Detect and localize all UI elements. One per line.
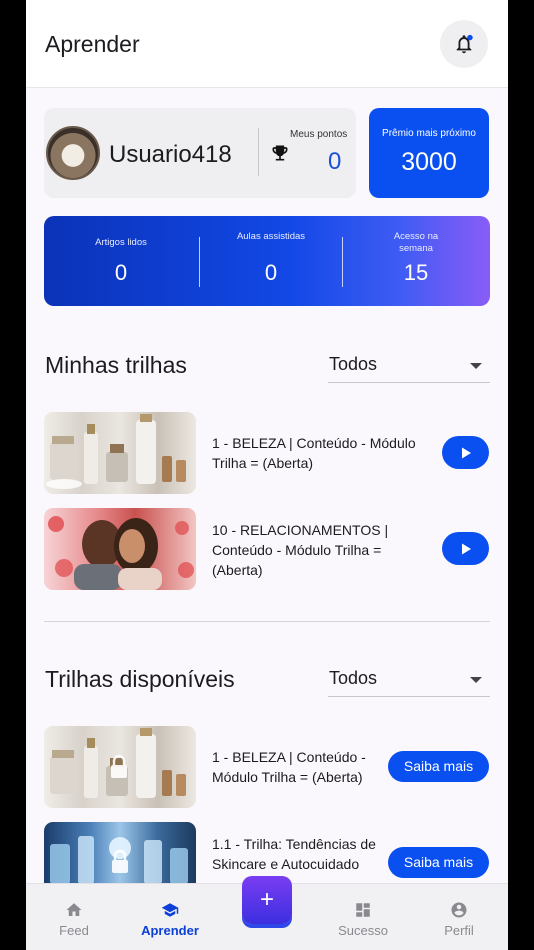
my-trails-filter[interactable]: Todos — [328, 349, 490, 383]
stat-label: Acesso na semana — [393, 231, 439, 254]
dashboard-icon — [356, 903, 370, 917]
page-title: Aprender — [45, 31, 140, 57]
trail-title: 10 - RELACIONAMENTOS | Conteúdo - Módulo… — [212, 522, 389, 578]
chevron-down-icon — [470, 363, 482, 369]
available-trail-item[interactable]: 1 - BELEZA | Conteúdo - Módulo Trilha = … — [44, 726, 490, 808]
section-divider — [44, 621, 490, 622]
trail-thumbnail-skincare — [44, 822, 196, 883]
trail-thumbnail-beauty — [44, 726, 196, 808]
prize-label: Prêmio mais próximo — [382, 128, 476, 139]
nav-label: Aprender — [141, 923, 199, 938]
stat-value: 15 — [403, 260, 429, 285]
my-trails-title: Minhas trilhas — [45, 352, 187, 378]
stat-label: Aulas assistidas — [236, 231, 306, 242]
plus-icon: + — [259, 886, 274, 913]
stat-value: 0 — [264, 260, 278, 285]
nav-label: Feed — [59, 923, 89, 938]
user-points-card: Usuario418 Meus pontos 0 — [44, 108, 356, 198]
nav-item-feed[interactable]: Feed — [34, 884, 114, 950]
my-trail-item[interactable]: 10 - RELACIONAMENTOS | Conteúdo - Módulo… — [44, 508, 490, 590]
trail-thumbnail-relationships — [44, 508, 196, 590]
my-trail-item[interactable]: 1 - BELEZA | Conteúdo - Módulo Trilha = … — [44, 412, 490, 494]
skincare-tech-illustration — [50, 836, 188, 883]
learn-more-button[interactable]: Saiba mais — [388, 751, 489, 782]
graduation-cap-icon — [161, 903, 179, 917]
cosmetics-illustration — [46, 414, 186, 489]
card-divider — [258, 128, 259, 176]
add-button[interactable]: + — [242, 876, 292, 924]
stat-weekly-access: Acesso na semana 15 — [379, 216, 453, 306]
stat-divider — [342, 237, 343, 287]
trophy-icon — [272, 145, 288, 161]
stats-card: Artigos lidos 0 Aulas assistidas 0 Acess… — [44, 216, 490, 306]
points-label: Meus pontos — [290, 129, 348, 140]
nav-item-perfil[interactable]: Perfil — [419, 884, 499, 950]
trail-title: 1 - BELEZA | Conteúdo - Módulo Trilha = … — [212, 749, 366, 785]
trail-thumbnail-beauty — [44, 412, 196, 494]
nav-item-sucesso[interactable]: Sucesso — [323, 884, 403, 950]
nearest-prize-card[interactable]: Prêmio mais próximo 3000 — [369, 108, 489, 198]
avatar[interactable] — [46, 126, 100, 180]
points-value: 0 — [328, 148, 342, 175]
nav-label: Sucesso — [338, 923, 388, 938]
bottom-navigation: Feed Aprender + Sucesso Perfil — [26, 876, 508, 950]
bell-icon — [456, 34, 473, 54]
play-icon — [461, 543, 471, 554]
trail-title: 1.1 - Trilha: Tendências de Skincare e A… — [212, 836, 376, 872]
play-button[interactable] — [442, 532, 489, 565]
account-circle-icon — [451, 902, 467, 918]
username: Usuario418 — [109, 141, 232, 168]
home-icon — [66, 903, 82, 916]
chevron-down-icon — [470, 677, 482, 683]
app-header: Aprender — [26, 0, 508, 88]
notifications-button[interactable] — [440, 20, 488, 68]
available-trails-title: Trilhas disponíveis — [45, 666, 235, 692]
trail-title: 1 - BELEZA | Conteúdo - Módulo Trilha = … — [212, 435, 416, 471]
nav-item-aprender[interactable]: Aprender — [130, 884, 210, 950]
cosmetics-illustration — [50, 728, 186, 798]
learn-more-button[interactable]: Saiba mais — [388, 847, 489, 878]
filter-value: Todos — [329, 668, 378, 688]
available-trail-item[interactable]: 1.1 - Trilha: Tendências de Skincare e A… — [44, 822, 490, 883]
available-trails-filter[interactable]: Todos — [328, 663, 490, 697]
stat-label: Artigos lidos — [95, 237, 147, 248]
stat-lessons-watched: Aulas assistidas 0 — [234, 216, 308, 306]
stat-articles-read: Artigos lidos 0 — [44, 216, 198, 306]
nav-label: Perfil — [444, 923, 474, 938]
filter-value: Todos — [329, 354, 378, 374]
couple-illustration — [48, 516, 194, 590]
stat-divider — [199, 237, 200, 287]
prize-value: 3000 — [401, 148, 457, 176]
stat-value: 0 — [114, 260, 128, 285]
play-icon — [461, 447, 471, 458]
app-screen: Aprender Usuario418 Meus pontos 0 Prêmio… — [26, 0, 508, 950]
play-button[interactable] — [442, 436, 489, 469]
